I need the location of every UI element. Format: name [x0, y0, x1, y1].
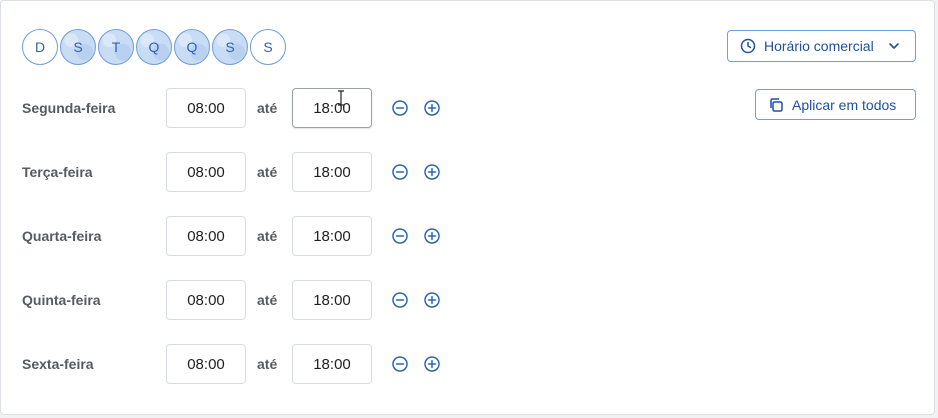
- hours-row-tuesday: Terça-feira 08:00 até 18:00: [22, 152, 462, 192]
- start-time-input[interactable]: 08:00: [166, 280, 246, 320]
- end-time-input[interactable]: 18:00: [292, 344, 372, 384]
- day-toggle-thursday[interactable]: Q: [174, 29, 210, 65]
- end-time-input[interactable]: 18:00: [292, 280, 372, 320]
- end-time-input[interactable]: 18:00: [292, 216, 372, 256]
- add-interval-icon[interactable]: [423, 99, 441, 117]
- end-time-input[interactable]: 18:00: [292, 152, 372, 192]
- range-separator: até: [257, 292, 278, 308]
- add-interval-icon[interactable]: [423, 291, 441, 309]
- chevron-down-icon: [888, 43, 899, 49]
- day-toggle-wednesday[interactable]: Q: [136, 29, 172, 65]
- hours-row-wednesday: Quarta-feira 08:00 até 18:00: [22, 216, 462, 256]
- schedule-preset-dropdown[interactable]: Horário comercial: [727, 30, 916, 62]
- start-time-input[interactable]: 08:00: [166, 88, 246, 128]
- add-interval-icon[interactable]: [423, 163, 441, 181]
- row-day-label: Segunda-feira: [22, 100, 116, 116]
- business-hours-card: D S T Q Q S S Horário comercial Aplicar …: [0, 0, 935, 415]
- start-time-input[interactable]: 08:00: [166, 344, 246, 384]
- copy-icon: [770, 97, 783, 112]
- add-interval-icon[interactable]: [423, 227, 441, 245]
- range-separator: até: [257, 164, 278, 180]
- range-separator: até: [257, 228, 278, 244]
- day-toggle-tuesday[interactable]: T: [98, 29, 134, 65]
- end-time-input[interactable]: 18:00: [292, 88, 372, 128]
- text-cursor-icon: [338, 90, 344, 106]
- add-interval-icon[interactable]: [423, 355, 441, 373]
- day-toggle-sunday[interactable]: D: [22, 29, 58, 65]
- remove-interval-icon[interactable]: [391, 355, 409, 373]
- hours-row-friday: Sexta-feira 08:00 até 18:00: [22, 344, 462, 384]
- schedule-preset-label: Horário comercial: [764, 38, 874, 54]
- apply-to-all-button[interactable]: Aplicar em todos: [755, 89, 916, 120]
- remove-interval-icon[interactable]: [391, 163, 409, 181]
- apply-to-all-label: Aplicar em todos: [792, 96, 897, 113]
- row-day-label: Quinta-feira: [22, 292, 101, 308]
- weekday-selector: D S T Q Q S S: [22, 29, 286, 65]
- remove-interval-icon[interactable]: [391, 227, 409, 245]
- range-separator: até: [257, 100, 278, 116]
- start-time-input[interactable]: 08:00: [166, 152, 246, 192]
- clock-icon: [740, 38, 756, 54]
- start-time-input[interactable]: 08:00: [166, 216, 246, 256]
- range-separator: até: [257, 356, 278, 372]
- row-day-label: Terça-feira: [22, 164, 93, 180]
- remove-interval-icon[interactable]: [391, 291, 409, 309]
- day-toggle-saturday[interactable]: S: [250, 29, 286, 65]
- row-day-label: Sexta-feira: [22, 356, 94, 372]
- row-day-label: Quarta-feira: [22, 228, 102, 244]
- hours-row-monday: Segunda-feira 08:00 até 18:00: [22, 88, 462, 128]
- day-toggle-monday[interactable]: S: [60, 29, 96, 65]
- hours-row-thursday: Quinta-feira 08:00 até 18:00: [22, 280, 462, 320]
- day-toggle-friday[interactable]: S: [212, 29, 248, 65]
- remove-interval-icon[interactable]: [391, 99, 409, 117]
